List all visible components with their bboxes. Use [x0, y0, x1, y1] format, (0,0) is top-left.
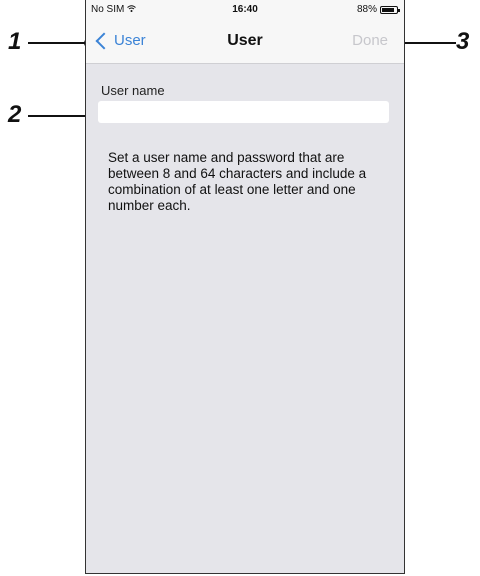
- user-name-input[interactable]: [98, 101, 389, 123]
- battery-icon: [380, 5, 400, 14]
- phone-screen: No SIM 16:40 88% User User Done User nam…: [85, 0, 405, 574]
- battery-percent: 88%: [356, 4, 377, 15]
- navigation-bar: User User Done: [86, 20, 404, 64]
- callout-2-number: 2: [8, 101, 22, 128]
- help-text: Set a user name and password that are be…: [108, 150, 367, 213]
- done-button[interactable]: Done: [352, 32, 388, 49]
- status-battery-group: 88%: [356, 4, 400, 15]
- callout-1-line: [28, 42, 90, 44]
- callout-3-number: 3: [456, 28, 470, 55]
- callout-3-line: [400, 42, 456, 44]
- battery-fill: [382, 7, 394, 12]
- status-bar: No SIM 16:40 88%: [86, 0, 404, 20]
- user-name-label: User name: [101, 83, 165, 98]
- callout-1-number: 1: [8, 28, 22, 55]
